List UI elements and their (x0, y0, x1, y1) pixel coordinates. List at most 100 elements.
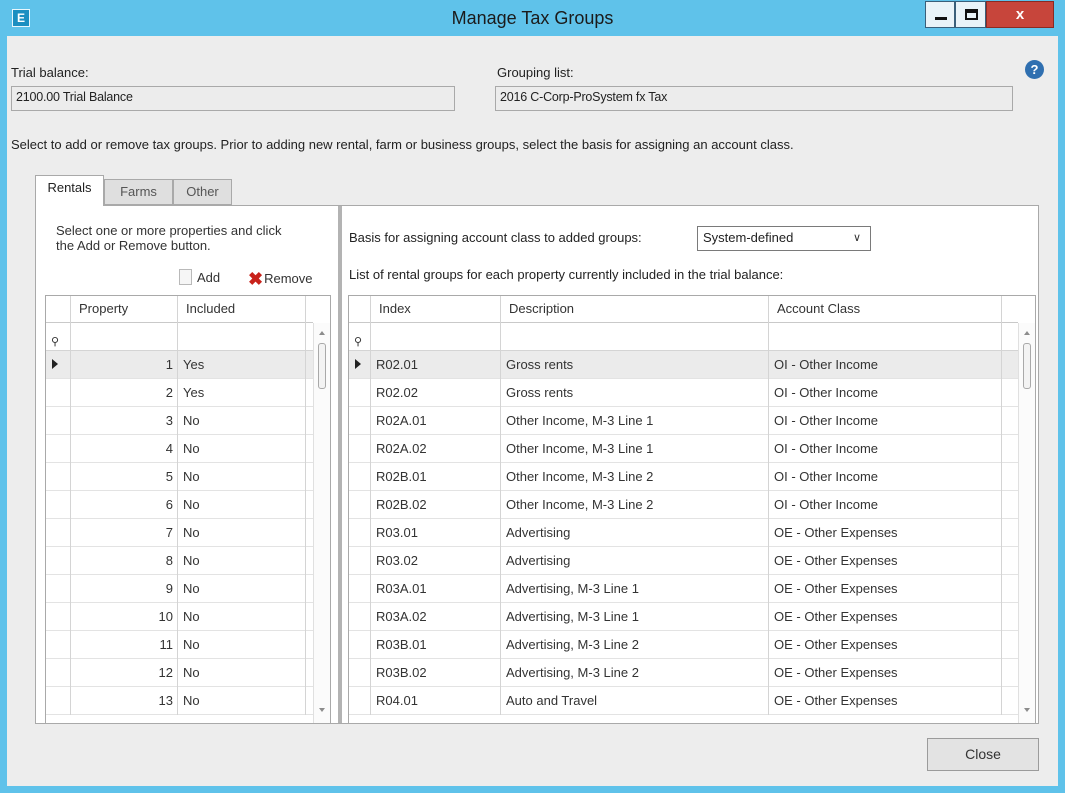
cell-account-class[interactable]: OI - Other Income (769, 407, 1002, 435)
title-bar[interactable]: E Manage Tax Groups x (0, 0, 1065, 36)
cell-index[interactable]: R04.01 (371, 687, 501, 715)
table-row[interactable]: R04.01 Auto and Travel OE - Other Expenses (349, 687, 1018, 715)
row-header-cell[interactable] (349, 463, 371, 491)
cell-description[interactable]: Advertising (501, 519, 769, 547)
rental-groups-scrollbar[interactable] (1018, 323, 1035, 723)
table-row[interactable]: R02.01 Gross rents OI - Other Income (349, 351, 1018, 379)
filter-index[interactable] (371, 323, 501, 351)
cell-description[interactable]: Advertising, M-3 Line 1 (501, 603, 769, 631)
cell-included[interactable]: Yes (178, 379, 306, 407)
cell-index[interactable]: R03B.02 (371, 659, 501, 687)
table-row[interactable]: 7 No (46, 519, 313, 547)
table-row[interactable]: 11 No (46, 631, 313, 659)
row-header-cell[interactable] (349, 687, 371, 715)
filter-account-class[interactable] (769, 323, 1002, 351)
table-row[interactable]: 6 No (46, 491, 313, 519)
cell-included[interactable]: No (178, 547, 306, 575)
row-header-cell[interactable] (46, 575, 71, 603)
cell-included[interactable]: No (178, 631, 306, 659)
cell-property[interactable]: 12 (71, 659, 178, 687)
table-row[interactable]: 2 Yes (46, 379, 313, 407)
row-header-cell[interactable] (46, 463, 71, 491)
cell-property[interactable]: 3 (71, 407, 178, 435)
row-header-cell[interactable] (46, 603, 71, 631)
cell-account-class[interactable]: OE - Other Expenses (769, 603, 1002, 631)
table-row[interactable]: R02A.02 Other Income, M-3 Line 1 OI - Othe… (349, 435, 1018, 463)
cell-account-class[interactable]: OE - Other Expenses (769, 687, 1002, 715)
row-header-cell[interactable] (46, 659, 71, 687)
pane-splitter[interactable] (338, 206, 342, 723)
row-header-cell[interactable] (46, 351, 71, 379)
cell-description[interactable]: Other Income, M-3 Line 2 (501, 463, 769, 491)
cell-included[interactable]: No (178, 659, 306, 687)
column-header-included[interactable]: Included (178, 296, 306, 323)
cell-account-class[interactable]: OI - Other Income (769, 463, 1002, 491)
table-row[interactable]: R02B.01 Other Income, M-3 Line 2 OI - Othe… (349, 463, 1018, 491)
properties-scrollbar[interactable] (313, 323, 330, 723)
cell-account-class[interactable]: OI - Other Income (769, 351, 1002, 379)
row-header-cell[interactable] (349, 547, 371, 575)
table-row[interactable]: 13 No (46, 687, 313, 715)
row-header-cell[interactable] (46, 407, 71, 435)
row-header-cell[interactable] (349, 659, 371, 687)
row-header-cell[interactable] (46, 547, 71, 575)
scroll-thumb[interactable] (318, 343, 326, 389)
filter-description[interactable] (501, 323, 769, 351)
cell-property[interactable]: 9 (71, 575, 178, 603)
cell-property[interactable]: 5 (71, 463, 178, 491)
cell-property[interactable]: 10 (71, 603, 178, 631)
minimize-button[interactable] (925, 1, 955, 28)
row-header-cell[interactable] (349, 575, 371, 603)
row-header-cell[interactable] (349, 491, 371, 519)
table-row[interactable]: R02B.02 Other Income, M-3 Line 2 OI - Othe… (349, 491, 1018, 519)
table-row[interactable]: 4 No (46, 435, 313, 463)
table-row[interactable]: R03.01 Advertising OE - Other Expenses (349, 519, 1018, 547)
cell-index[interactable]: R03.01 (371, 519, 501, 547)
table-row[interactable]: R03.02 Advertising OE - Other Expenses (349, 547, 1018, 575)
cell-index[interactable]: R02A.02 (371, 435, 501, 463)
cell-index[interactable]: R02.02 (371, 379, 501, 407)
tab-farms[interactable]: Farms (104, 179, 173, 205)
rental-groups-filter-row[interactable]: ⚲ (349, 323, 1018, 351)
cell-index[interactable]: R03.02 (371, 547, 501, 575)
table-row[interactable]: 9 No (46, 575, 313, 603)
cell-description[interactable]: Advertising (501, 547, 769, 575)
cell-account-class[interactable]: OE - Other Expenses (769, 519, 1002, 547)
cell-index[interactable]: R03B.01 (371, 631, 501, 659)
scroll-down-icon[interactable] (1024, 708, 1030, 712)
table-row[interactable]: 5 No (46, 463, 313, 491)
table-row[interactable]: R03B.02 Advertising, M-3 Line 2 OE - Other… (349, 659, 1018, 687)
trial-balance-field[interactable]: 2100.00 Trial Balance (11, 86, 455, 111)
cell-included[interactable]: No (178, 687, 306, 715)
tab-other[interactable]: Other (173, 179, 232, 205)
cell-included[interactable]: No (178, 491, 306, 519)
table-row[interactable]: 12 No (46, 659, 313, 687)
row-header-cell[interactable] (349, 351, 371, 379)
cell-included[interactable]: No (178, 463, 306, 491)
close-window-button[interactable]: x (986, 1, 1054, 28)
column-header-index[interactable]: Index (371, 296, 501, 323)
table-row[interactable]: R03A.01 Advertising, M-3 Line 1 OE - Other… (349, 575, 1018, 603)
grouping-list-field[interactable]: 2016 C-Corp-ProSystem fx Tax (495, 86, 1013, 111)
filter-included[interactable] (178, 323, 306, 351)
cell-included[interactable]: Yes (178, 351, 306, 379)
cell-account-class[interactable]: OI - Other Income (769, 435, 1002, 463)
cell-index[interactable]: R02.01 (371, 351, 501, 379)
table-row[interactable]: 3 No (46, 407, 313, 435)
filter-property[interactable] (71, 323, 178, 351)
table-row[interactable]: 8 No (46, 547, 313, 575)
row-header-cell[interactable] (46, 519, 71, 547)
cell-included[interactable]: No (178, 519, 306, 547)
table-row[interactable]: 1 Yes (46, 351, 313, 379)
cell-included[interactable]: No (178, 603, 306, 631)
cell-account-class[interactable]: OI - Other Income (769, 491, 1002, 519)
cell-included[interactable]: No (178, 575, 306, 603)
cell-account-class[interactable]: OE - Other Expenses (769, 659, 1002, 687)
properties-filter-row[interactable]: ⚲ (46, 323, 313, 351)
scroll-up-icon[interactable] (1024, 331, 1030, 335)
cell-description[interactable]: Auto and Travel (501, 687, 769, 715)
cell-property[interactable]: 1 (71, 351, 178, 379)
row-header-cell[interactable] (46, 631, 71, 659)
cell-description[interactable]: Gross rents (501, 351, 769, 379)
row-header-cell[interactable] (46, 687, 71, 715)
